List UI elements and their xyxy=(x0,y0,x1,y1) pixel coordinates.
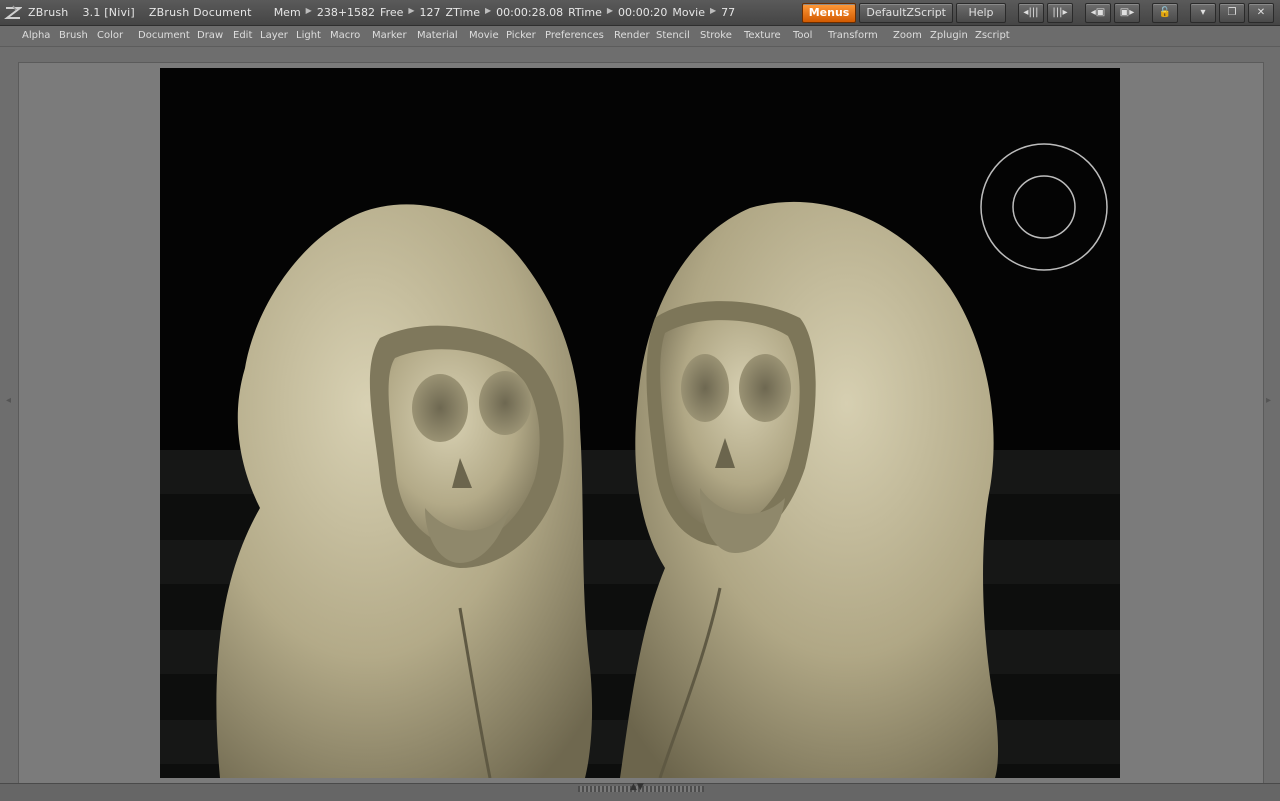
menu-stroke[interactable]: Stroke xyxy=(700,30,732,41)
mem-label: Mem xyxy=(273,6,301,19)
rtime-arrow-icon: ▶ xyxy=(606,6,613,15)
menus-button[interactable]: Menus xyxy=(801,3,857,23)
document-name: ZBrush Document xyxy=(148,6,252,19)
free-arrow-icon: ▶ xyxy=(408,6,415,15)
mem-value: 238+1582 xyxy=(316,6,376,19)
close-icon[interactable]: ✕ xyxy=(1248,3,1274,23)
menu-preferences[interactable]: Preferences xyxy=(545,30,604,41)
menu-document[interactable]: Document xyxy=(138,30,190,41)
menu-picker[interactable]: Picker xyxy=(506,30,536,41)
menu-texture[interactable]: Texture xyxy=(744,30,781,41)
right-tray-handle-icon[interactable]: ▸ xyxy=(1266,395,1274,425)
app-version: 3.1 [Nivi] xyxy=(82,6,135,19)
menu-zscript[interactable]: Zscript xyxy=(975,30,1010,41)
menu-marker[interactable]: Marker xyxy=(372,30,407,41)
layout-right-icon[interactable]: ▣▸ xyxy=(1114,3,1140,23)
document-canvas[interactable] xyxy=(160,68,1120,778)
zbrush-logo-icon xyxy=(4,5,22,19)
stats-readout: Mem ▶ 238+1582 Free ▶ 127 ZTime ▶ 00:00:… xyxy=(274,6,735,19)
menu-brush[interactable]: Brush xyxy=(59,30,88,41)
ztime-value: 00:00:28.08 xyxy=(496,6,564,19)
mem-arrow-icon: ▶ xyxy=(305,6,312,15)
menu-material[interactable]: Material xyxy=(417,30,458,41)
default-zscript-button[interactable]: DefaultZScript xyxy=(859,3,953,23)
rtime-label: RTime xyxy=(568,6,602,19)
movie-value: 77 xyxy=(721,6,736,19)
scroll-left-icon[interactable]: ◂||| xyxy=(1018,3,1044,23)
title-bar: ZBrush 3.1 [Nivi] ZBrush Document Mem ▶ … xyxy=(0,0,1280,26)
sculpt-render xyxy=(216,143,1108,778)
left-hooded-skull xyxy=(216,204,593,778)
right-hooded-skull xyxy=(620,201,999,778)
scroll-right-icon[interactable]: |||▸ xyxy=(1047,3,1073,23)
brush-cursor-icon xyxy=(980,143,1108,271)
minimize-icon[interactable]: ▾ xyxy=(1190,3,1216,23)
menu-transform[interactable]: Transform xyxy=(828,30,878,41)
menu-edit[interactable]: Edit xyxy=(233,30,252,41)
rtime-value: 00:00:20 xyxy=(618,6,668,19)
menu-macro[interactable]: Macro xyxy=(330,30,360,41)
menu-zplugin[interactable]: Zplugin xyxy=(930,30,968,41)
layout-left-icon[interactable]: ◂▣ xyxy=(1085,3,1111,23)
menu-layer[interactable]: Layer xyxy=(260,30,288,41)
ztime-label: ZTime xyxy=(445,6,481,19)
titlebar-controls: Menus DefaultZScript Help ◂||| |||▸ ◂▣ ▣… xyxy=(801,3,1274,23)
left-tray-handle-icon[interactable]: ◂ xyxy=(6,395,14,425)
menu-zoom[interactable]: Zoom xyxy=(893,30,922,41)
free-value: 127 xyxy=(419,6,441,19)
menu-bar: Alpha Brush Color Document Draw Edit Lay… xyxy=(0,26,1280,47)
menu-draw[interactable]: Draw xyxy=(197,30,223,41)
menu-render[interactable]: Render xyxy=(614,30,650,41)
menu-color[interactable]: Color xyxy=(97,30,123,41)
menu-alpha[interactable]: Alpha xyxy=(22,30,50,41)
restore-icon[interactable]: ❐ xyxy=(1219,3,1245,23)
help-button[interactable]: Help xyxy=(956,3,1006,23)
ztime-arrow-icon: ▶ xyxy=(485,6,492,15)
menu-light[interactable]: Light xyxy=(296,30,321,41)
menu-movie[interactable]: Movie xyxy=(469,30,499,41)
lock-icon[interactable]: 🔓 xyxy=(1152,3,1178,23)
movie-label: Movie xyxy=(672,6,705,19)
free-label: Free xyxy=(380,6,404,19)
menu-stencil[interactable]: Stencil xyxy=(656,30,690,41)
app-name: ZBrush xyxy=(28,6,69,19)
expand-bottom-tray-icon[interactable]: ▲▼ xyxy=(630,782,644,792)
movie-arrow-icon: ▶ xyxy=(709,6,717,15)
menu-tool[interactable]: Tool xyxy=(793,30,812,41)
